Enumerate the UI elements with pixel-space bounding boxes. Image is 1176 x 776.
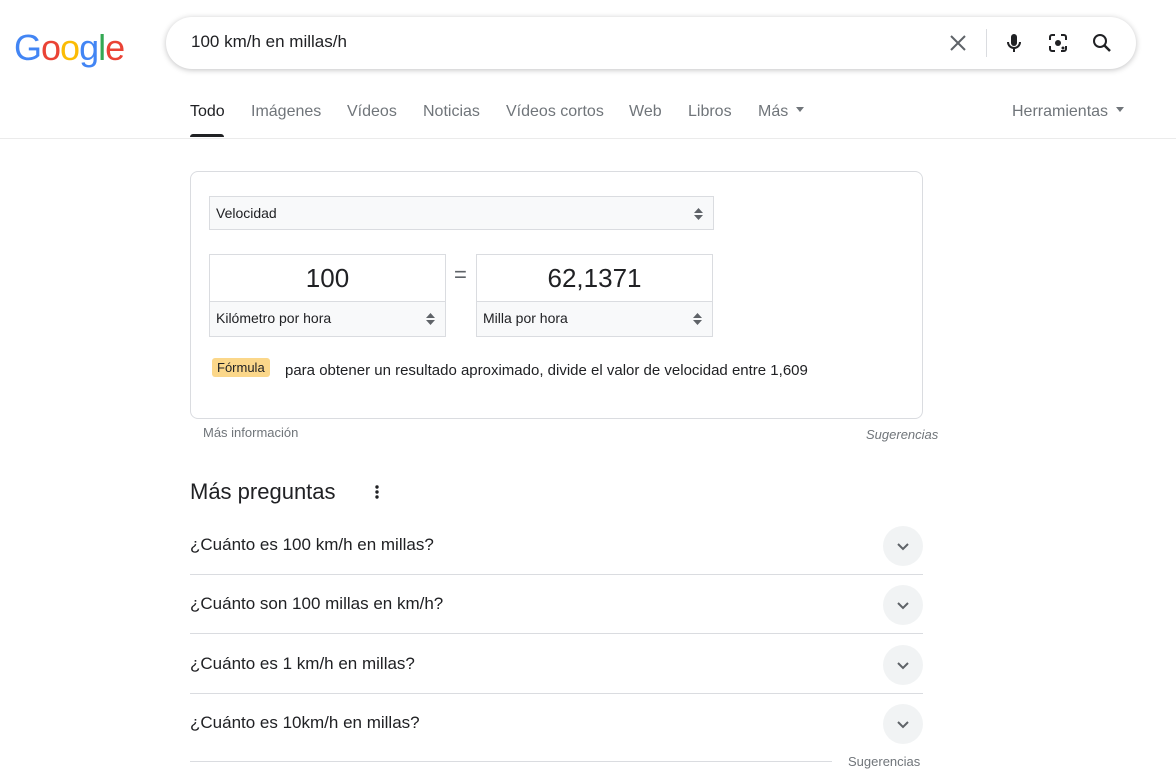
logo-letter: o: [41, 27, 61, 68]
updown-arrows-icon: [426, 313, 435, 325]
paa-title: Más preguntas: [190, 479, 336, 504]
camera-lens-icon[interactable]: [1046, 31, 1070, 55]
tab-mas-label: Más: [758, 103, 789, 120]
paa-question-text: ¿Cuánto es 1 km/h en millas?: [190, 654, 415, 673]
active-tab-indicator: [190, 134, 224, 137]
paa-question-text: ¿Cuánto son 100 millas en km/h?: [190, 594, 444, 613]
right-unit-value: Milla por hora: [483, 310, 568, 326]
microphone-icon[interactable]: [1002, 31, 1026, 55]
left-unit-select[interactable]: Kilómetro por hora: [209, 301, 446, 337]
updown-arrows-icon: [694, 208, 703, 220]
search-tabs: Todo Imágenes Vídeos Noticias Vídeos cor…: [0, 100, 1176, 139]
logo-letter: e: [105, 27, 125, 68]
tools-label: Herramientas: [1012, 103, 1109, 120]
chevron-down-icon[interactable]: [883, 645, 923, 685]
close-icon[interactable]: [946, 31, 970, 55]
unit-converter: Velocidad 100 = 62,1371 Kilómetro por ho…: [190, 171, 923, 419]
search-input[interactable]: 100 km/h en millas/h: [191, 32, 347, 52]
left-value-input[interactable]: 100: [209, 254, 446, 302]
formula-badge: Fórmula: [212, 358, 270, 377]
formula-text: para obtener un resultado aproximado, di…: [285, 362, 808, 379]
right-unit-select[interactable]: Milla por hora: [476, 301, 713, 337]
logo-letter: G: [14, 27, 42, 68]
search-bar[interactable]: 100 km/h en millas/h: [166, 17, 1136, 69]
updown-arrows-icon: [693, 313, 702, 325]
category-select-value: Velocidad: [216, 205, 277, 221]
logo-letter: g: [79, 27, 99, 68]
google-logo[interactable]: Google: [14, 27, 125, 69]
paa-question[interactable]: ¿Cuánto es 1 km/h en millas?: [190, 635, 923, 694]
tab-libros[interactable]: Libros: [688, 103, 732, 121]
paa-question[interactable]: ¿Cuánto son 100 millas en km/h?: [190, 575, 923, 634]
tools-button[interactable]: Herramientas: [1012, 103, 1125, 121]
right-value-input[interactable]: 62,1371: [476, 254, 713, 302]
tab-videos-cortos[interactable]: Vídeos cortos: [506, 103, 604, 121]
more-options-icon[interactable]: [371, 484, 383, 500]
tab-web[interactable]: Web: [629, 103, 662, 121]
paa-question-text: ¿Cuánto es 10km/h en millas?: [190, 713, 420, 732]
paa-bottom-divider: [190, 761, 832, 762]
tab-todo[interactable]: Todo: [190, 103, 225, 121]
paa-feedback-link[interactable]: Sugerencias: [848, 754, 920, 769]
tab-noticias[interactable]: Noticias: [423, 103, 480, 121]
paa-question[interactable]: ¿Cuánto es 10km/h en millas?: [190, 694, 923, 753]
search-icon[interactable]: [1090, 31, 1114, 55]
logo-letter: l: [98, 27, 106, 68]
search-divider: [986, 29, 987, 57]
equals-sign: =: [454, 262, 467, 287]
tab-videos[interactable]: Vídeos: [347, 103, 397, 121]
chevron-down-icon[interactable]: [883, 704, 923, 744]
paa-question[interactable]: ¿Cuánto es 100 km/h en millas?: [190, 516, 923, 575]
caret-down-icon: [796, 107, 805, 113]
feedback-link[interactable]: Sugerencias: [866, 427, 938, 442]
chevron-down-icon[interactable]: [883, 585, 923, 625]
caret-down-icon: [1116, 107, 1125, 113]
logo-letter: o: [60, 27, 80, 68]
chevron-down-icon[interactable]: [883, 526, 923, 566]
tab-imagenes[interactable]: Imágenes: [251, 103, 321, 121]
category-select[interactable]: Velocidad: [209, 196, 714, 230]
paa-question-text: ¿Cuánto es 100 km/h en millas?: [190, 535, 434, 554]
tab-mas[interactable]: Más: [758, 103, 805, 121]
more-info-link[interactable]: Más información: [203, 425, 298, 440]
left-unit-value: Kilómetro por hora: [216, 310, 332, 326]
